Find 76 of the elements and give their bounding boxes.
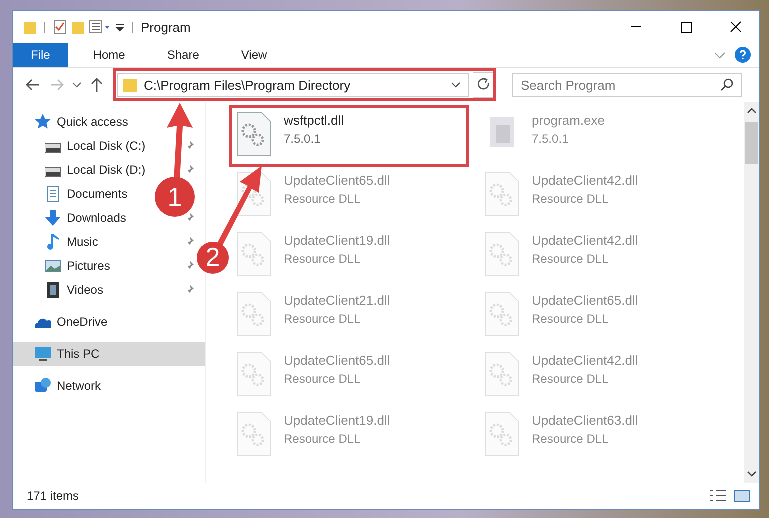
search-field[interactable]: Search Program xyxy=(512,73,742,97)
gears-file-icon xyxy=(484,411,520,457)
sidebar-item[interactable]: Documents xyxy=(45,182,132,206)
ribbon-tab[interactable]: View xyxy=(224,43,284,67)
help-icon[interactable] xyxy=(735,47,751,63)
sidebar-item[interactable]: Videos xyxy=(45,278,108,302)
file-detail: Resource DLL xyxy=(284,432,362,446)
file-name: UpdateClient21.dll xyxy=(284,293,390,308)
file-name: UpdateClient65.dll xyxy=(284,173,390,188)
file-name: program.exe xyxy=(532,113,605,128)
properties-icon[interactable] xyxy=(89,19,111,35)
scroll-up-icon[interactable] xyxy=(746,106,758,116)
ribbon-tab[interactable]: Home xyxy=(76,43,142,67)
step-badge: 2 xyxy=(197,242,229,274)
sidebar-item[interactable]: Local Disk (C:) xyxy=(45,134,150,158)
file-item[interactable]: wsftpctl.dll 7.5.0.1 xyxy=(232,108,466,164)
sidebar-item[interactable]: Pictures xyxy=(45,254,114,278)
file-name: UpdateClient42.dll xyxy=(532,353,638,368)
item-count: 171 items xyxy=(27,489,80,503)
file-detail: Resource DLL xyxy=(532,372,610,386)
scrollbar[interactable] xyxy=(744,102,759,483)
sidebar-icon xyxy=(35,378,51,394)
sidebar-icon xyxy=(35,114,51,130)
gears-file-icon xyxy=(484,351,520,397)
sidebar-item[interactable]: This PC xyxy=(13,342,205,366)
sidebar-item[interactable]: Network xyxy=(13,374,106,398)
file-name: UpdateClient65.dll xyxy=(284,353,390,368)
scroll-thumb[interactable] xyxy=(745,122,758,164)
gears-file-icon xyxy=(236,231,272,277)
file-detail: Resource DLL xyxy=(532,192,610,206)
checkmark-icon[interactable] xyxy=(53,19,67,35)
sidebar-item[interactable]: Local Disk (D:) xyxy=(45,158,150,182)
gears-file-icon xyxy=(484,291,520,337)
scroll-down-icon[interactable] xyxy=(746,469,758,479)
sidebar-icon xyxy=(35,346,51,362)
file-name: wsftpctl.dll xyxy=(284,113,344,128)
sidebar-item[interactable]: OneDrive xyxy=(13,310,112,334)
file-detail: Resource DLL xyxy=(284,192,362,206)
sidebar-item[interactable]: Quick access xyxy=(13,110,132,134)
file-name: UpdateClient65.dll xyxy=(532,293,638,308)
window-title: Program xyxy=(141,20,191,34)
sidebar-item[interactable]: Downloads xyxy=(45,206,130,230)
details-view-icon[interactable] xyxy=(709,489,727,503)
gears-file-icon xyxy=(484,171,520,217)
file-name: UpdateClient42.dll xyxy=(532,173,638,188)
gears-file-icon xyxy=(236,291,272,337)
ribbon-tab[interactable]: Share xyxy=(150,43,216,67)
folder-icon xyxy=(122,77,138,93)
ribbon-tab[interactable]: File xyxy=(13,43,68,67)
sidebar-icon xyxy=(45,186,61,202)
gears-file-icon xyxy=(236,351,272,397)
file-detail: 7.5.0.1 xyxy=(284,132,322,146)
file-name: UpdateClient19.dll xyxy=(284,233,390,248)
file-name: UpdateClient42.dll xyxy=(532,233,638,248)
tiles-view-icon[interactable] xyxy=(733,489,751,503)
sidebar-icon xyxy=(45,234,61,250)
step-badge: 1 xyxy=(155,177,195,217)
refresh-icon[interactable] xyxy=(473,72,496,98)
sidebar-icon xyxy=(45,210,61,226)
search-icon[interactable] xyxy=(720,78,734,92)
file-detail: Resource DLL xyxy=(532,432,610,446)
gears-file-icon xyxy=(236,111,272,157)
file-detail: Resource DLL xyxy=(284,312,362,326)
file-name: UpdateClient19.dll xyxy=(284,413,390,428)
gears-file-icon xyxy=(484,231,520,277)
address-field[interactable]: C:\Program Files\Program Directory xyxy=(117,73,469,97)
sidebar-icon xyxy=(45,258,61,274)
file-detail: Resource DLL xyxy=(284,372,362,386)
file-detail: 7.5.0.1 xyxy=(532,132,570,146)
file-detail: Resource DLL xyxy=(532,312,610,326)
sidebar-icon xyxy=(45,282,61,298)
file-detail: Resource DLL xyxy=(284,252,362,266)
file-detail: Resource DLL xyxy=(532,252,610,266)
file-name: UpdateClient63.dll xyxy=(532,413,638,428)
gears-file-icon xyxy=(236,411,272,457)
sidebar-item[interactable]: Music xyxy=(45,230,102,254)
